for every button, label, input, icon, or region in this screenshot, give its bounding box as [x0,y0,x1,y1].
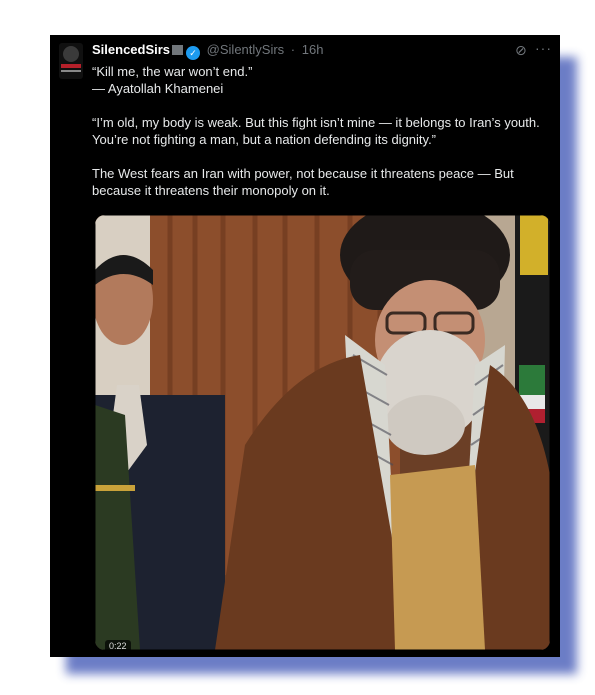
video-player[interactable]: 0:22 [95,215,550,650]
display-name[interactable]: SilencedSirs [92,42,170,57]
video-frame-image [95,215,550,650]
separator-dot: · [290,42,296,57]
tweet-header: SilencedSirs ✓ @SilentlySirs · 16h ⊘ ··· [92,40,552,62]
avatar-portrait [63,46,79,62]
tweet-card[interactable]: SilencedSirs ✓ @SilentlySirs · 16h ⊘ ··· … [50,35,560,657]
video-time-badge: 0:22 [105,640,131,650]
timestamp[interactable]: 16h [302,42,324,57]
quote-line: “Kill me, the war won’t end.” [92,64,253,79]
commentary-paragraph: The West fears an Iran with power, not b… [92,166,514,198]
grok-icon[interactable]: ⊘ [515,43,528,57]
avatar[interactable] [59,43,83,79]
user-handle[interactable]: @SilentlySirs [207,42,285,57]
verified-badge-icon[interactable]: ✓ [186,46,201,60]
tweet-text: “Kill me, the war won’t end.” — Ayatolla… [92,63,548,199]
avatar-banner [61,64,81,68]
attribution-line: — Ayatollah Khamenei [92,81,224,96]
avatar-caption [61,70,81,72]
flag-icon [172,45,184,55]
quote-paragraph: “I’m old, my body is weak. But this figh… [92,115,540,147]
more-options-icon[interactable]: ··· [535,40,552,56]
